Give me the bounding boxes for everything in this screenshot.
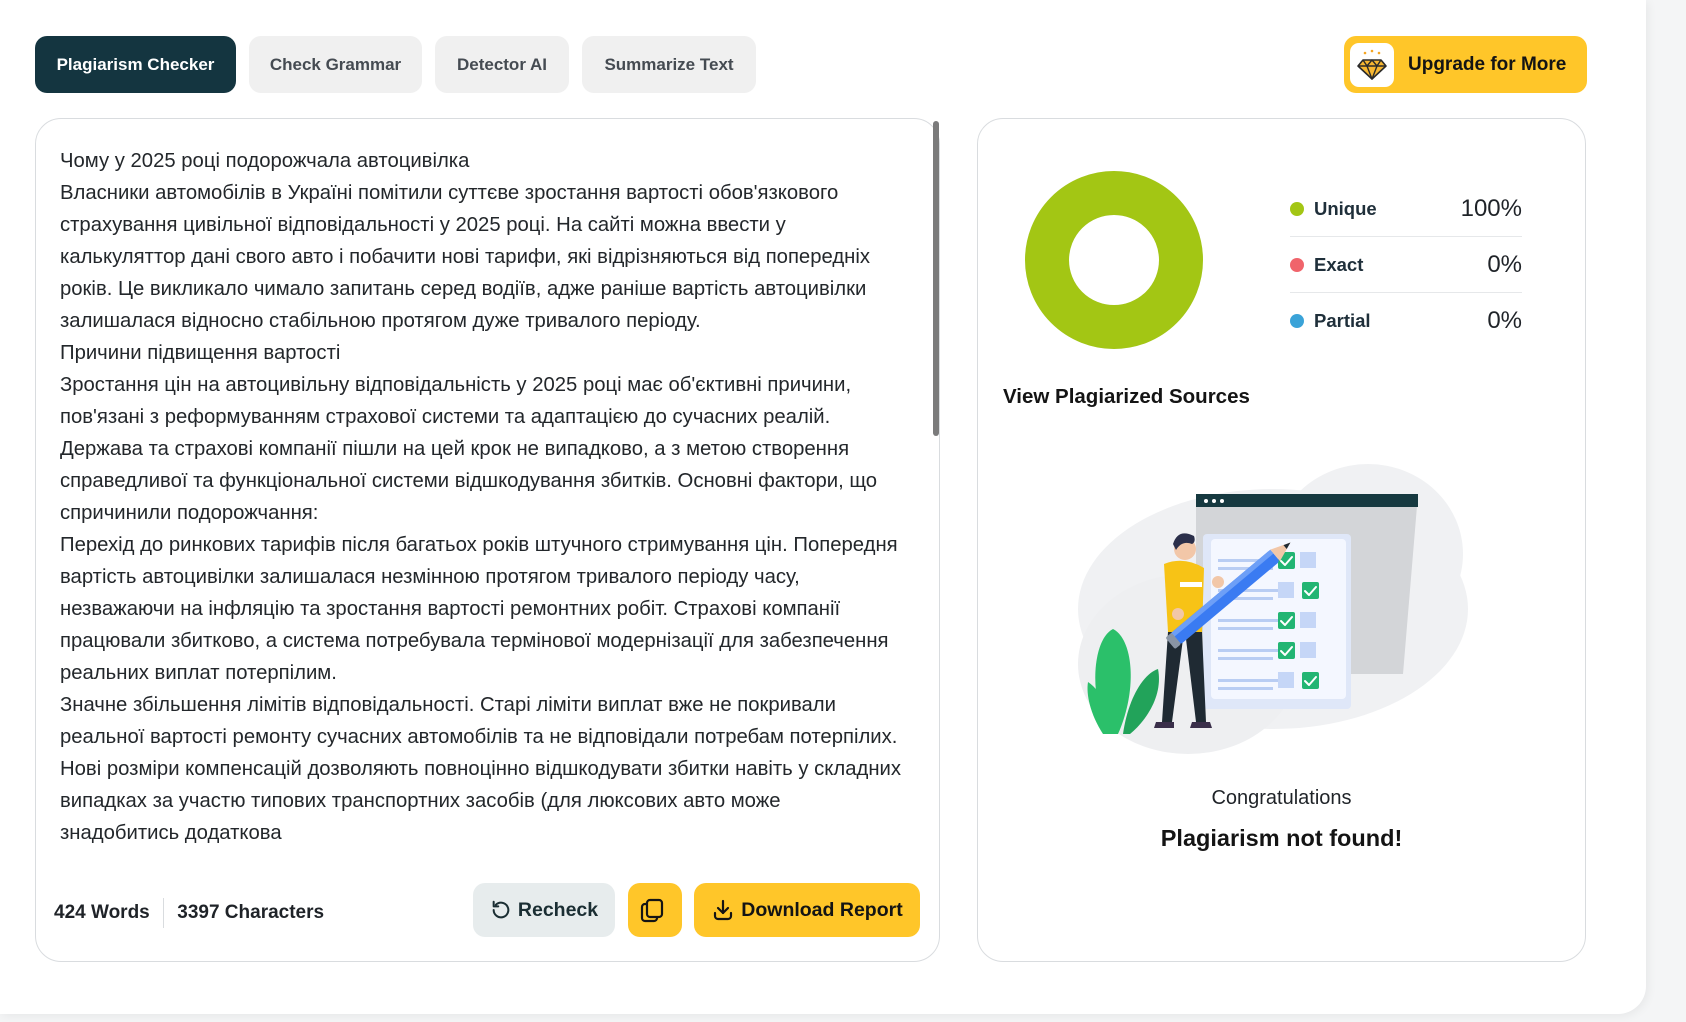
exact-dot [1290, 257, 1304, 272]
legend-value: 100% [1460, 194, 1522, 222]
uniqueness-donut-chart [1025, 171, 1203, 349]
upgrade-label: Upgrade for More [1408, 53, 1567, 75]
tab-check-grammar[interactable]: Check Grammar [249, 36, 422, 93]
legend-row-unique: Unique 100% [1290, 181, 1522, 237]
download-icon [714, 899, 733, 921]
tab-summarize-text[interactable]: Summarize Text [582, 36, 756, 93]
text-paragraph: Перехід до ринкових тарифів після багать… [60, 534, 898, 684]
plagiarism-result-message: Plagiarism not found! [1160, 825, 1403, 851]
main-card: Plagiarism Checker Check Grammar Detecto… [0, 0, 1646, 1014]
congratulations-title: Congratulations [1211, 787, 1352, 809]
scrollbar-thumb[interactable] [933, 121, 939, 436]
legend-label: Partial [1314, 310, 1371, 331]
word-count: 424 Words [54, 902, 150, 923]
copy-button[interactable] [628, 883, 682, 937]
legend-value: 0% [1487, 250, 1522, 278]
unique-dot [1290, 201, 1304, 216]
editor-scrollbar[interactable] [933, 121, 939, 871]
divider [162, 898, 165, 928]
character-count: 3397 Characters [177, 902, 325, 923]
download-report-label: Download Report [741, 898, 903, 921]
copy-icon [640, 898, 664, 923]
legend-row-exact: Exact 0% [1290, 237, 1522, 293]
legend-row-partial: Partial 0% [1290, 293, 1522, 349]
text-input-panel: Чому у 2025 році подорожчала автоцивілка… [35, 118, 940, 962]
legend-label: Unique [1314, 197, 1377, 219]
text-paragraph: Значне збільшення лімітів відповідальнос… [60, 694, 901, 844]
tab-detector-ai[interactable]: Detector AI [435, 36, 569, 93]
diamond-icon [1350, 42, 1394, 87]
legend-value: 0% [1487, 307, 1522, 334]
text-paragraph: Причини підвищення вартості [60, 342, 341, 364]
donut-segment-unique [1025, 171, 1203, 349]
recheck-label: Recheck [517, 898, 599, 921]
refresh-icon [492, 900, 510, 919]
text-paragraph: Чому у 2025 році подорожчала автоцивілка [60, 150, 470, 172]
partial-dot [1290, 314, 1304, 328]
view-plagiarized-sources-link[interactable]: View Plagiarized Sources [1003, 385, 1250, 409]
results-panel: Unique 100% Exact 0% Partial 0% View Pla… [977, 118, 1586, 962]
checklist-illustration [1078, 464, 1468, 754]
text-paragraph: Власники автомобілів в Україні помітили … [60, 182, 871, 332]
legend-label: Exact [1314, 253, 1364, 275]
text-paragraph: Зростання цін на автоцивільну відповідал… [60, 374, 878, 524]
download-report-button[interactable]: Download Report [694, 883, 920, 937]
tab-plagiarism-checker[interactable]: Plagiarism Checker [35, 36, 236, 93]
upgrade-button[interactable]: Upgrade for More [1344, 36, 1587, 93]
recheck-button[interactable]: Recheck [473, 883, 615, 937]
text-editor[interactable]: Чому у 2025 році подорожчала автоцивілка… [60, 145, 905, 871]
results-legend: Unique 100% Exact 0% Partial 0% [1290, 181, 1522, 349]
text-stats: 424 Words 3397 Characters [54, 895, 324, 931]
